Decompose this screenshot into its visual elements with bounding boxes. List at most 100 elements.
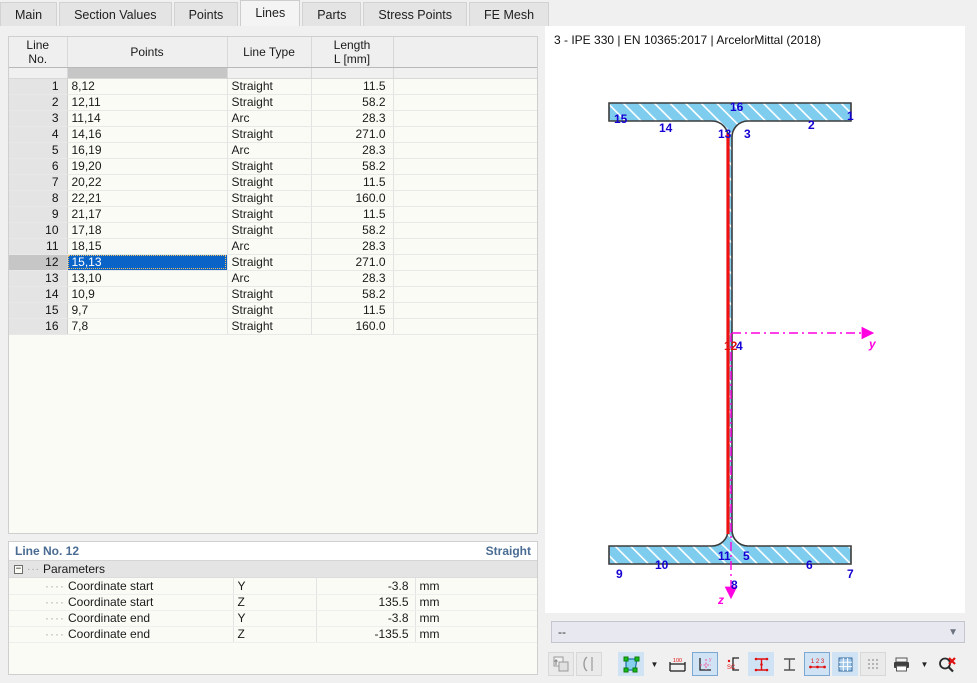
print-button[interactable] (888, 652, 914, 676)
cell-points[interactable]: 15,13 (67, 254, 228, 271)
cell-extra[interactable] (393, 222, 537, 239)
cell-extra[interactable] (393, 254, 537, 271)
cell-length[interactable]: 160.0 (311, 190, 394, 207)
cell-extra[interactable] (393, 126, 537, 143)
cell-line-type[interactable]: Arc (227, 110, 312, 127)
parameter-value-cell[interactable]: -3.8 (316, 578, 416, 595)
table-row[interactable]: 7 20,22 Straight 11.5 (9, 174, 537, 191)
cell-points[interactable]: 18,15 (67, 238, 228, 255)
table-row[interactable]: 11 18,15 Arc 28.3 (9, 238, 537, 255)
tab-main[interactable]: Main (0, 2, 58, 26)
cell-length[interactable]: 11.5 (311, 206, 394, 223)
cell-extra[interactable] (393, 238, 537, 255)
table-row[interactable]: 4 14,16 Straight 271.0 (9, 126, 537, 143)
cell-points[interactable]: 12,11 (67, 94, 228, 111)
cell-extra[interactable] (393, 302, 537, 319)
tab-section-values[interactable]: Section Values (59, 2, 172, 26)
cell-length[interactable]: 28.3 (311, 110, 394, 127)
shear-center-button[interactable]: SC (720, 652, 746, 676)
column-header-line-no[interactable]: Line No. (9, 37, 68, 68)
table-row[interactable]: 1 8,12 Straight 11.5 (9, 78, 537, 95)
table-row[interactable]: 5 16,19 Arc 28.3 (9, 142, 537, 159)
cell-length[interactable]: 11.5 (311, 174, 394, 191)
parameter-row[interactable]: ···· Coordinate end Z -135.5 mm (9, 626, 537, 643)
cell-points[interactable]: 13,10 (67, 270, 228, 287)
table-row[interactable]: 6 19,20 Straight 58.2 (9, 158, 537, 175)
parameter-row[interactable]: ···· Coordinate end Y -3.8 mm (9, 610, 537, 627)
lines-table[interactable]: Line No. Points Line Type Length L [mm] (8, 36, 538, 534)
dimensions-button[interactable]: 100 (664, 652, 690, 676)
cell-points[interactable]: 8,12 (67, 78, 228, 95)
column-header-line-type[interactable]: Line Type (227, 37, 312, 68)
cell-line-type[interactable]: Arc (227, 238, 312, 255)
cell-length[interactable]: 11.5 (311, 78, 394, 95)
table-row[interactable]: 3 11,14 Arc 28.3 (9, 110, 537, 127)
cell-extra[interactable] (393, 318, 537, 335)
cell-extra[interactable] (393, 174, 537, 191)
column-header-points[interactable]: Points (67, 37, 228, 68)
cell-length[interactable]: 160.0 (311, 318, 394, 335)
table-row[interactable]: 16 7,8 Straight 160.0 (9, 318, 537, 335)
cell-points[interactable]: 17,18 (67, 222, 228, 239)
table-row[interactable]: 15 9,7 Straight 11.5 (9, 302, 537, 319)
cell-line-type[interactable]: Straight (227, 206, 312, 223)
show-stress-points-button[interactable] (860, 652, 886, 676)
cell-length[interactable]: 271.0 (311, 254, 394, 271)
cell-length[interactable]: 28.3 (311, 142, 394, 159)
view-selector-combobox[interactable]: -- ▼ (551, 621, 965, 643)
table-row[interactable]: 12 15,13 Straight 271.0 (9, 254, 537, 271)
cell-line-type[interactable]: Straight (227, 94, 312, 111)
cell-length[interactable]: 58.2 (311, 222, 394, 239)
table-row[interactable]: 10 17,18 Straight 58.2 (9, 222, 537, 239)
cell-extra[interactable] (393, 158, 537, 175)
cell-points[interactable]: 10,9 (67, 286, 228, 303)
cell-line-type[interactable]: Arc (227, 142, 312, 159)
cell-line-type[interactable]: Arc (227, 270, 312, 287)
cell-points[interactable]: 19,20 (67, 158, 228, 175)
print-dropdown[interactable]: ▼ (916, 652, 932, 676)
show-parts-button[interactable] (748, 652, 774, 676)
cell-line-type[interactable]: Straight (227, 318, 312, 335)
table-row[interactable]: 13 13,10 Arc 28.3 (9, 270, 537, 287)
collapse-expander-icon[interactable]: − (14, 564, 23, 574)
cell-length[interactable]: 58.2 (311, 158, 394, 175)
tab-points[interactable]: Points (173, 2, 239, 26)
cell-extra[interactable] (393, 110, 537, 127)
cell-extra[interactable] (393, 94, 537, 111)
cell-extra[interactable] (393, 142, 537, 159)
cell-extra[interactable] (393, 206, 537, 223)
parameter-value-cell[interactable]: 135.5 (316, 594, 416, 611)
cell-length[interactable]: 11.5 (311, 302, 394, 319)
column-header-length[interactable]: Length L [mm] (311, 37, 394, 68)
cell-line-type[interactable]: Straight (227, 126, 312, 143)
table-row[interactable]: 2 12,11 Straight 58.2 (9, 94, 537, 111)
tab-fe-mesh[interactable]: FE Mesh (469, 2, 550, 26)
show-axes-button[interactable]: y (692, 652, 718, 676)
cell-points[interactable]: 22,21 (67, 190, 228, 207)
import-section-button[interactable] (548, 652, 574, 676)
parameter-row[interactable]: ···· Coordinate start Y -3.8 mm (9, 578, 537, 595)
cell-points[interactable]: 7,8 (67, 318, 228, 335)
render-mode-button[interactable] (618, 652, 644, 676)
cell-points[interactable]: 9,7 (67, 302, 228, 319)
cell-line-type[interactable]: Straight (227, 174, 312, 191)
table-row[interactable]: 14 10,9 Straight 58.2 (9, 286, 537, 303)
cell-line-type[interactable]: Straight (227, 222, 312, 239)
table-row[interactable]: 8 22,21 Straight 160.0 (9, 190, 537, 207)
cell-points[interactable]: 11,14 (67, 110, 228, 127)
cell-line-type[interactable]: Straight (227, 158, 312, 175)
tab-parts[interactable]: Parts (302, 2, 362, 26)
cell-length[interactable]: 28.3 (311, 238, 394, 255)
table-row[interactable]: 9 21,17 Straight 11.5 (9, 206, 537, 223)
show-numbering-button[interactable]: 1 2 3 (804, 652, 830, 676)
parameter-row[interactable]: ···· Coordinate start Z 135.5 mm (9, 594, 537, 611)
cell-points[interactable]: 21,17 (67, 206, 228, 223)
cell-points[interactable]: 20,22 (67, 174, 228, 191)
parameter-value-cell[interactable]: -3.8 (316, 610, 416, 627)
cell-points[interactable]: 16,19 (67, 142, 228, 159)
cell-length[interactable]: 271.0 (311, 126, 394, 143)
column-header-extra[interactable] (393, 37, 537, 68)
show-fe-mesh-button[interactable] (832, 652, 858, 676)
cell-line-type[interactable]: Straight (227, 286, 312, 303)
cell-extra[interactable] (393, 190, 537, 207)
